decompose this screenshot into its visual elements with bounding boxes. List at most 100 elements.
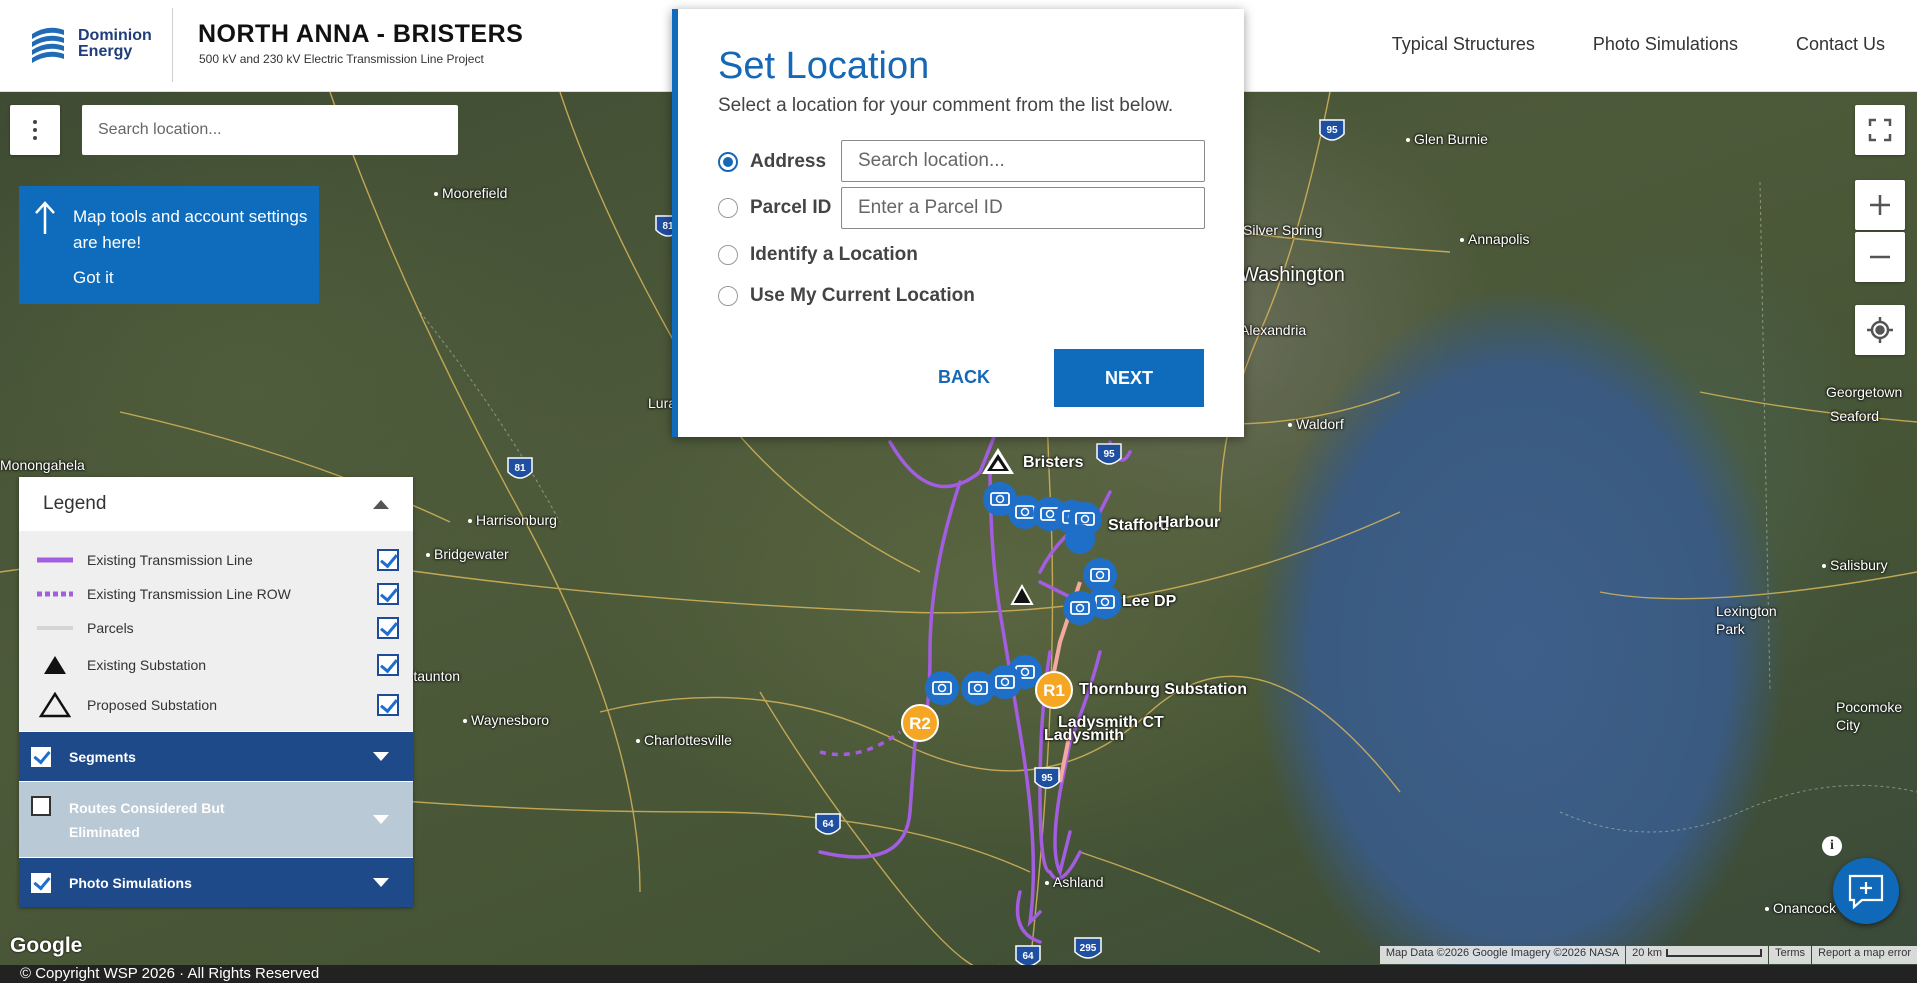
option-parcel-id[interactable]: Parcel ID xyxy=(718,197,831,219)
section-checkbox[interactable] xyxy=(31,746,51,767)
dominion-logo[interactable]: Dominion Energy xyxy=(30,24,152,64)
legend-section-segments[interactable]: Segments xyxy=(19,731,413,781)
city-label: Annapolis xyxy=(1460,231,1530,247)
add-comment-button[interactable] xyxy=(1833,858,1899,924)
map-attribution: Map Data ©2026 Google Imagery ©2026 NASA… xyxy=(1379,946,1917,964)
scale-label: 20 km xyxy=(1632,947,1663,959)
legend-item: Existing Transmission Line ROW xyxy=(19,577,413,611)
option-identify-location[interactable]: Identify a Location xyxy=(718,244,918,266)
nav-typical-structures[interactable]: Typical Structures xyxy=(1392,34,1535,55)
parcel-id-radio[interactable] xyxy=(718,198,738,218)
legend-header[interactable]: Legend xyxy=(19,477,413,531)
legend-item: Parcels xyxy=(19,611,413,645)
city-label: Bridgewater xyxy=(426,546,509,562)
legend-item-checkbox[interactable] xyxy=(377,654,399,676)
brand-line-2: Energy xyxy=(78,43,133,60)
page-footer: © Copyright WSP 2026 · All Rights Reserv… xyxy=(0,965,1917,983)
google-logo: Google xyxy=(10,934,83,957)
city-label: Pocomoke City xyxy=(1836,699,1903,733)
legend-item: Existing Transmission Line xyxy=(19,543,413,577)
scale-bar xyxy=(1666,949,1763,958)
photo-marker[interactable] xyxy=(1065,524,1095,554)
nav-photo-simulations[interactable]: Photo Simulations xyxy=(1593,34,1738,55)
identify-location-radio[interactable] xyxy=(718,245,738,265)
zoom-in-button[interactable] xyxy=(1855,180,1905,230)
option-label: Address xyxy=(750,151,827,172)
current-location-radio[interactable] xyxy=(718,286,738,306)
section-checkbox[interactable] xyxy=(31,872,51,893)
city-label: Monongahela xyxy=(0,457,85,473)
city-label: Glen Burnie xyxy=(1406,131,1488,147)
tip-text: Map tools and account settings are here! xyxy=(73,207,308,252)
legend-item-label: Existing Transmission Line ROW xyxy=(87,586,291,602)
add-comment-icon xyxy=(1848,874,1884,910)
address-search-input[interactable] xyxy=(841,140,1205,182)
ladysmith-label: Ladysmith xyxy=(1044,727,1125,744)
city-label: Washington xyxy=(1240,264,1345,286)
photo-marker[interactable] xyxy=(1063,591,1097,625)
shield-label: 95 xyxy=(1103,449,1115,460)
parcel-id-input[interactable] xyxy=(841,187,1205,229)
photo-marker[interactable] xyxy=(925,671,959,705)
shield-label: 64 xyxy=(822,819,834,830)
dialog-subtitle: Select a location for your comment from … xyxy=(718,95,1174,116)
legend-section-photo-simulations[interactable]: Photo Simulations xyxy=(19,857,413,907)
legend-item-checkbox[interactable] xyxy=(377,694,399,716)
route-marker-label: R2 xyxy=(909,714,931,733)
report-error-link[interactable]: Report a map error xyxy=(1812,946,1917,964)
city-label: Onancock xyxy=(1765,900,1836,916)
legend-item-label: Existing Substation xyxy=(87,657,207,673)
legend-item-label: Parcels xyxy=(87,620,134,636)
zoom-out-button[interactable] xyxy=(1855,232,1905,282)
shield-label: 95 xyxy=(1041,773,1053,784)
legend-panel: Legend Existing Transmission Line Existi… xyxy=(19,477,413,907)
dashed-purple-line-icon xyxy=(37,591,73,597)
set-location-dialog: Set Location Select a location for your … xyxy=(672,9,1244,437)
legend-title: Legend xyxy=(43,493,107,514)
map-search-input[interactable] xyxy=(82,105,458,155)
caret-down-icon[interactable] xyxy=(373,878,389,887)
shield-label: 64 xyxy=(1022,951,1034,962)
map-scale[interactable]: 20 km xyxy=(1626,946,1769,964)
terms-link[interactable]: Terms xyxy=(1769,946,1812,964)
my-location-button[interactable] xyxy=(1855,305,1905,355)
option-label: Use My Current Location xyxy=(750,285,975,306)
fullscreen-button[interactable] xyxy=(1855,105,1905,155)
next-button[interactable]: NEXT xyxy=(1054,349,1204,407)
address-radio[interactable] xyxy=(718,152,738,172)
got-it-button[interactable]: Got it xyxy=(73,268,114,288)
option-label: Parcel ID xyxy=(750,197,832,218)
city-label: Seaford xyxy=(1830,408,1880,424)
shield-label: 95 xyxy=(1326,125,1338,136)
caret-up-icon[interactable] xyxy=(373,499,389,509)
legend-item: Proposed Substation xyxy=(19,685,413,725)
brand-name: Dominion Energy xyxy=(78,28,152,60)
legend-item-checkbox[interactable] xyxy=(377,583,399,605)
transmission-row xyxy=(819,730,902,757)
map-tools-menu-button[interactable] xyxy=(10,105,60,155)
option-address[interactable]: Address xyxy=(718,151,826,173)
legend-section-routes-eliminated[interactable]: Routes Considered But Eliminated xyxy=(19,781,413,857)
route-marker-r1[interactable]: R1 xyxy=(1035,671,1073,709)
city-label: Salisbury xyxy=(1822,557,1888,573)
ladysmith-substation-icon[interactable] xyxy=(1010,583,1034,605)
info-icon[interactable]: i xyxy=(1822,836,1842,856)
legend-item-checkbox[interactable] xyxy=(377,617,399,639)
minus-icon xyxy=(1870,255,1890,259)
caret-down-icon[interactable] xyxy=(373,815,389,824)
photo-marker[interactable] xyxy=(961,671,995,705)
legend-item-checkbox[interactable] xyxy=(377,549,399,571)
harbour-label: Harbour xyxy=(1158,514,1221,531)
option-current-location[interactable]: Use My Current Location xyxy=(718,285,975,307)
city-label: Charlottesville xyxy=(636,732,732,748)
map-tools-tip: Map tools and account settings are here!… xyxy=(19,186,319,304)
city-label: Ashland xyxy=(1045,874,1104,890)
legend-item-label: Proposed Substation xyxy=(87,697,217,713)
shield-label: 81 xyxy=(514,463,526,474)
caret-down-icon[interactable] xyxy=(373,752,389,761)
legend-items: Existing Transmission Line Existing Tran… xyxy=(19,531,413,731)
section-checkbox[interactable] xyxy=(31,796,51,816)
back-button[interactable]: BACK xyxy=(938,367,990,388)
nav-contact-us[interactable]: Contact Us xyxy=(1796,34,1885,55)
route-marker-r2[interactable]: R2 xyxy=(901,704,939,742)
